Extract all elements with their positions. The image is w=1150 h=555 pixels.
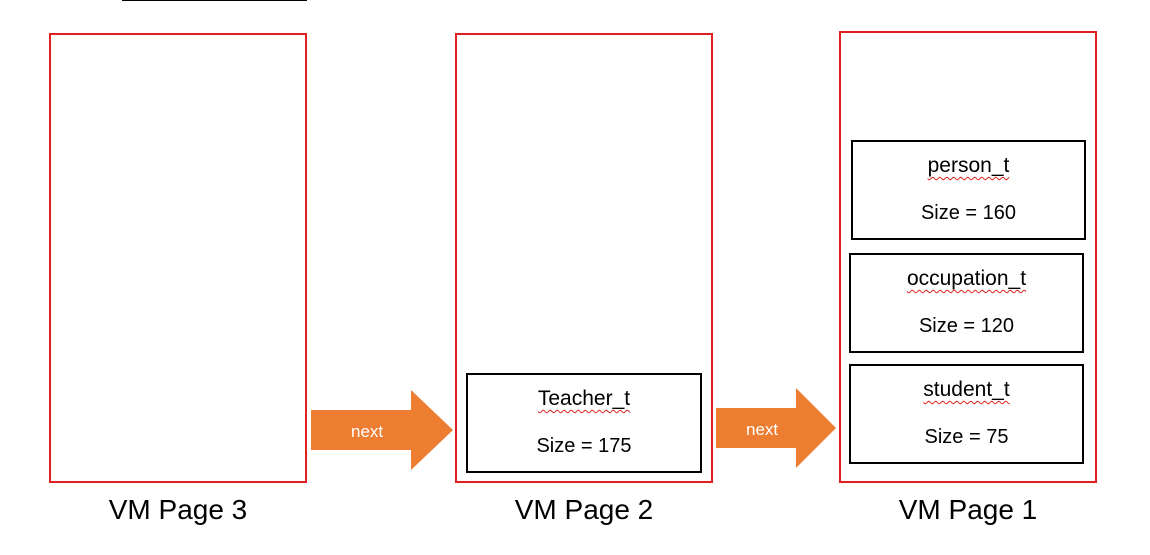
top-divider-line [122,0,307,1]
block-name: Teacher_t [537,387,631,410]
block-size: Size = 75 [924,426,1009,448]
block-name: person_t [927,154,1010,177]
block-size: Size = 175 [536,435,632,457]
vm-page-2-label: VM Page 2 [514,494,654,525]
vm-page-1-label: VM Page 1 [898,494,1038,525]
next-arrow-2-label: next [746,420,779,439]
block-size: Size = 160 [920,202,1017,224]
block-size: Size = 120 [918,315,1015,337]
next-arrow-1-label: next [351,422,384,441]
memory-block-occupation: occupation_t Size = 120 [849,253,1084,353]
block-name: student_t [923,378,1010,401]
next-arrow-1: next [311,390,453,470]
memory-block-person: person_t Size = 160 [851,140,1086,240]
block-name: occupation_t [906,267,1027,290]
vm-page-3-label: VM Page 3 [108,494,248,525]
memory-block-teacher: Teacher_t Size = 175 [466,373,702,473]
next-arrow-2: next [716,388,836,468]
memory-block-student: student_t Size = 75 [849,364,1084,464]
vm-page-3-box [49,33,307,483]
